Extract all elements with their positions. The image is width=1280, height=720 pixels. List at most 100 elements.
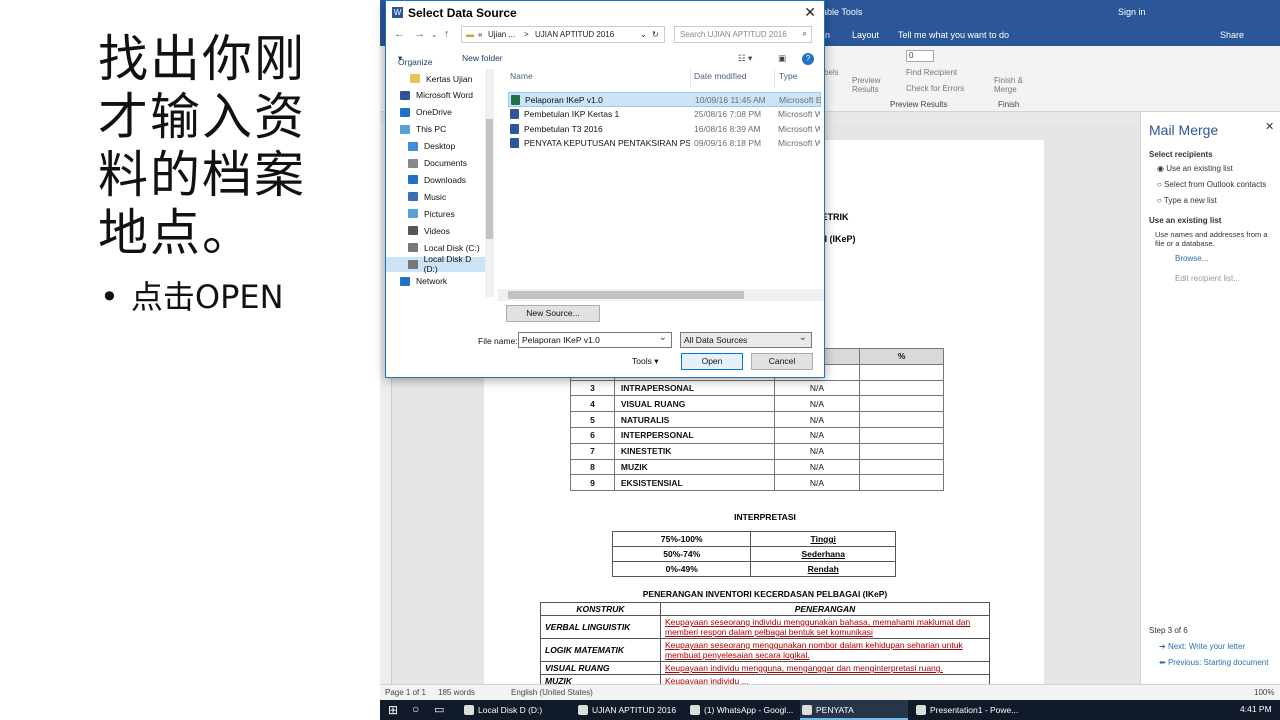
refresh-icon[interactable]: ↻: [652, 30, 659, 39]
close-icon[interactable]: ✕: [804, 4, 816, 21]
col-date[interactable]: Date modified: [694, 71, 746, 81]
record-number-field[interactable]: 0: [906, 50, 934, 62]
open-button[interactable]: Open: [681, 353, 743, 370]
check-errors-button[interactable]: Check for Errors: [906, 84, 964, 93]
table-row: 4 VISUAL RUANG N/A: [570, 395, 944, 413]
file-type-select[interactable]: All Data Sources: [680, 331, 812, 348]
use-existing-desc: Use names and addresses from a file or a…: [1155, 230, 1268, 248]
next-step-link[interactable]: ➔ Next: Write your letter: [1159, 642, 1245, 651]
browse-link[interactable]: Browse...: [1175, 254, 1208, 263]
search-box[interactable]: Search UJIAN APTITUD 2016 ⌕: [674, 26, 812, 43]
task-view-icon[interactable]: ▭: [434, 703, 444, 716]
clock[interactable]: 4:41 PM: [1240, 704, 1272, 714]
col-divider[interactable]: [690, 69, 691, 87]
file-row[interactable]: Pelaporan IKeP v1.0 10/09/16 11:45 AM Micr…: [508, 92, 821, 107]
taskbar-item[interactable]: UJIAN APTITUD 2016: [576, 700, 684, 720]
slide-title: 找出你刚才输入资料的档案地点。: [98, 30, 306, 262]
forward-arrow-icon[interactable]: →: [414, 28, 425, 40]
labels-button[interactable]: bels: [824, 68, 839, 77]
recent-chevron-icon[interactable]: ⌄: [431, 30, 438, 39]
row-percent: [859, 426, 944, 444]
col-type[interactable]: Type: [779, 71, 797, 81]
windows-start-icon[interactable]: ⊞: [388, 703, 398, 717]
cancel-button[interactable]: Cancel: [751, 353, 813, 370]
finish-merge-button[interactable]: Finish & Merge: [994, 76, 1028, 94]
taskbar-item[interactable]: Presentation1 - Powe...: [914, 700, 1024, 720]
status-zoom[interactable]: 100%: [1254, 688, 1274, 697]
col-divider[interactable]: [774, 69, 775, 87]
up-arrow-icon[interactable]: ↑: [444, 28, 450, 40]
row-value: N/A: [773, 411, 861, 428]
nav-item[interactable]: Microsoft Word: [400, 88, 473, 103]
file-row[interactable]: Pembetulan T3 2016 16/08/16 8:39 AM Micros…: [508, 122, 821, 137]
preview-results-button[interactable]: Preview Results: [852, 76, 884, 94]
nav-item[interactable]: OneDrive: [400, 105, 452, 120]
tell-me-box[interactable]: Tell me what you want to do: [898, 30, 1009, 40]
penerangan-cell: Keupayaan individu mengguna, menganggar …: [660, 661, 990, 675]
file-name-input[interactable]: Pelaporan IKeP v1.0: [518, 331, 672, 348]
nav-item[interactable]: Downloads: [408, 172, 466, 187]
nav-item[interactable]: This PC: [400, 122, 446, 137]
tab-layout[interactable]: Layout: [852, 30, 879, 40]
address-bar[interactable]: ▬ « Ujian ... > UJIAN APTITUD 2016 ⌄ ↻: [461, 26, 665, 43]
radio-new-list[interactable]: ○ Type a new list: [1157, 196, 1217, 205]
address-part1[interactable]: Ujian ...: [488, 30, 515, 39]
search-circle-icon[interactable]: ○: [412, 702, 419, 716]
radio-existing-list[interactable]: ◉ Use an existing list: [1157, 164, 1233, 173]
row-name: VISUAL RUANG: [613, 395, 775, 413]
nav-item[interactable]: Kertas Ujian: [410, 71, 472, 86]
head-konstruk: KONSTRUK: [540, 602, 661, 616]
status-page[interactable]: Page 1 of 1: [385, 688, 426, 697]
address-prefix: «: [478, 30, 483, 39]
nav-item[interactable]: Network: [400, 274, 447, 289]
previous-step-link[interactable]: ⬅ Previous: Starting document: [1159, 658, 1268, 667]
row-percent: [859, 474, 944, 492]
status-words[interactable]: 185 words: [438, 688, 475, 697]
file-type: Microsoft Ex: [779, 95, 821, 105]
nav-item[interactable]: Desktop: [408, 139, 455, 154]
nav-item-label: Desktop: [424, 141, 456, 152]
nav-item[interactable]: Documents: [408, 156, 467, 171]
nav-item-icon: [408, 259, 418, 269]
help-icon[interactable]: ?: [802, 53, 814, 65]
row-number: 5: [570, 411, 615, 428]
nav-item[interactable]: Videos: [408, 223, 450, 238]
taskbar-item[interactable]: PENYATA KEPUTUSA...: [800, 700, 908, 720]
back-arrow-icon[interactable]: ←: [394, 28, 405, 40]
edit-recipient-list-link[interactable]: Edit recipient list...: [1175, 274, 1240, 283]
tools-dropdown[interactable]: Tools ▾: [632, 356, 658, 367]
address-dropdown-icon[interactable]: ⌄: [640, 30, 647, 39]
table-row: 5 NATURALIS N/A: [570, 411, 944, 428]
file-row[interactable]: PENYATA KEPUTUSAN PENTAKSIRAN PSI... 09/0…: [508, 136, 821, 151]
row-number: 4: [570, 395, 615, 413]
file-row[interactable]: Pembetulan IKP Kertas 1 25/08/16 7:08 PM M…: [508, 107, 821, 122]
preview-pane-icon[interactable]: ▣: [778, 53, 786, 64]
nav-scrollbar[interactable]: [485, 69, 494, 297]
view-options-icon[interactable]: ☷ ▾: [738, 53, 752, 64]
file-name: Pelaporan IKeP v1.0: [525, 95, 603, 105]
search-icon[interactable]: ⌕: [803, 29, 807, 39]
new-folder-button[interactable]: New folder: [462, 53, 503, 63]
status-language[interactable]: English (United States): [511, 688, 593, 697]
find-recipient-button[interactable]: Find Recipient: [906, 68, 957, 77]
nav-item[interactable]: Local Disk (C:): [408, 240, 480, 255]
radio-outlook[interactable]: ○ Select from Outlook contacts: [1157, 180, 1266, 189]
file-hscroll-thumb[interactable]: [508, 291, 744, 299]
nav-item[interactable]: Local Disk D (D:): [386, 254, 485, 274]
taskbar-item[interactable]: (1) WhatsApp - Googl...: [688, 700, 796, 720]
nav-item[interactable]: Pictures: [408, 206, 455, 221]
nav-item-icon: [400, 276, 410, 286]
nav-item[interactable]: Music: [408, 189, 446, 204]
taskbar-item[interactable]: Local Disk D (D:): [462, 700, 572, 720]
col-name[interactable]: Name: [510, 71, 533, 81]
file-hscrollbar[interactable]: [498, 289, 824, 301]
pane-close-icon[interactable]: ✕: [1265, 120, 1274, 133]
word-app-icon: W: [392, 7, 403, 18]
new-source-button[interactable]: New Source...: [506, 305, 600, 322]
address-part2[interactable]: UJIAN APTITUD 2016: [535, 30, 614, 39]
sign-in-link[interactable]: Sign in: [1118, 7, 1146, 17]
share-button[interactable]: Share: [1220, 30, 1244, 40]
nav-scroll-thumb[interactable]: [486, 119, 493, 239]
organize-button[interactable]: Organize ▾: [398, 53, 433, 67]
file-list: Name Date modified Type Pelaporan IKeP v…: [498, 69, 823, 291]
